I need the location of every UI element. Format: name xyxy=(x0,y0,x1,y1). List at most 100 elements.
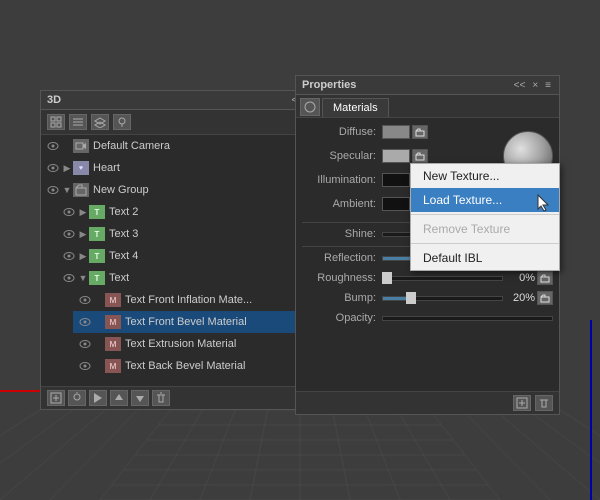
diffuse-folder-btn[interactable] xyxy=(412,125,428,139)
toolbar-list-icon[interactable] xyxy=(69,114,87,130)
panel-props-menu[interactable]: ≡ xyxy=(543,80,553,91)
illumination-swatch[interactable] xyxy=(382,173,410,187)
layer-name-new-group: New Group xyxy=(93,184,149,196)
ctx-divider xyxy=(411,214,559,215)
expand-text-extrusion xyxy=(93,338,105,350)
layer-name-text-extrusion: Text Extrusion Material xyxy=(125,338,236,350)
visibility-eye-default-camera[interactable] xyxy=(45,138,61,154)
bump-fill xyxy=(383,297,407,300)
ctx-load-texture[interactable]: Load Texture... xyxy=(411,188,559,212)
layer-item-text-extrusion[interactable]: M Text Extrusion Material xyxy=(73,333,324,355)
expand-text-front-inflation xyxy=(93,294,105,306)
panel-3d-bottom-toolbar xyxy=(41,386,324,409)
panel-props-collapse[interactable]: << xyxy=(512,80,528,91)
ctx-new-texture[interactable]: New Texture... xyxy=(411,164,559,188)
layer-item-text-back-bevel[interactable]: M Text Back Bevel Material xyxy=(73,355,324,377)
illumination-label: Illumination: xyxy=(302,174,382,186)
expand-text[interactable]: ▼ xyxy=(77,272,89,284)
panel-3d-title: 3D xyxy=(47,94,61,106)
props-add-icon[interactable] xyxy=(513,395,531,411)
layer-item-text[interactable]: ▼ T Text xyxy=(57,267,324,289)
visibility-eye-text3[interactable] xyxy=(61,226,77,242)
layer-name-text4: Text 4 xyxy=(109,250,138,262)
type-icon-default-camera xyxy=(73,139,89,153)
bump-thumb[interactable] xyxy=(406,292,416,304)
visibility-eye-new-group[interactable] xyxy=(45,182,61,198)
delete-icon[interactable] xyxy=(152,390,170,406)
opacity-slider-container[interactable] xyxy=(382,311,553,325)
bump-track xyxy=(382,296,503,301)
props-delete-icon[interactable] xyxy=(535,395,553,411)
reflection-label: Reflection: xyxy=(302,252,382,264)
visibility-eye-heart[interactable] xyxy=(45,160,61,176)
roughness-thumb[interactable] xyxy=(382,272,392,284)
expand-text3[interactable]: ▶ xyxy=(77,228,89,240)
specular-label: Specular: xyxy=(302,150,382,162)
tab-materials[interactable]: Materials xyxy=(322,98,389,117)
expand-default-camera[interactable] xyxy=(61,140,73,152)
visibility-eye-text-extrusion[interactable] xyxy=(77,336,93,352)
layer-item-text-front-inflation[interactable]: M Text Front Inflation Mate... xyxy=(73,289,324,311)
panel-props-header: Properties << × ≡ xyxy=(296,76,559,95)
layer-name-text-back-bevel: Text Back Bevel Material xyxy=(125,360,245,372)
visibility-eye-text2[interactable] xyxy=(61,204,77,220)
bump-value: 20% xyxy=(503,292,535,304)
roughness-slider-container[interactable] xyxy=(382,271,503,285)
type-icon-text-front-inflation: M xyxy=(105,293,121,307)
bump-label: Bump: xyxy=(302,292,382,304)
toolbar-layers-icon[interactable] xyxy=(91,114,109,130)
bump-slider-container[interactable] xyxy=(382,291,503,305)
panel-3d-toolbar: ≡ xyxy=(41,110,324,135)
layer-item-text-front-bevel[interactable]: M Text Front Bevel Material xyxy=(73,311,324,333)
prop-row-opacity: Opacity: xyxy=(302,310,553,326)
expand-text2[interactable]: ▶ xyxy=(77,206,89,218)
move-down-icon[interactable] xyxy=(131,390,149,406)
visibility-eye-text[interactable] xyxy=(61,270,77,286)
render-icon[interactable] xyxy=(89,390,107,406)
layer-item-text4[interactable]: ▶ T Text 4 xyxy=(57,245,324,267)
diffuse-swatch[interactable] xyxy=(382,125,410,139)
roughness-label: Roughness: xyxy=(302,272,382,284)
specular-swatch[interactable] xyxy=(382,149,410,163)
expand-text-back-bevel xyxy=(93,360,105,372)
props-tabs: Materials xyxy=(296,95,559,118)
type-icon-text-extrusion: M xyxy=(105,337,121,351)
visibility-eye-text-front-bevel[interactable] xyxy=(77,314,93,330)
ctx-remove-texture: Remove Texture xyxy=(411,217,559,241)
layer-item-default-camera[interactable]: Default Camera xyxy=(41,135,324,157)
layer-name-heart: Heart xyxy=(93,162,120,174)
move-up-icon[interactable] xyxy=(110,390,128,406)
materials-tab-icon[interactable] xyxy=(300,98,320,116)
z-axis-line xyxy=(590,320,592,500)
opacity-track xyxy=(382,316,553,321)
toolbar-light-icon[interactable] xyxy=(113,114,131,130)
expand-heart[interactable]: ▶ xyxy=(61,162,73,174)
roughness-value: 0% xyxy=(503,272,535,284)
roughness-folder-btn[interactable] xyxy=(537,271,553,285)
toolbar-grid-icon[interactable] xyxy=(47,114,65,130)
layer-item-heart[interactable]: ▶ ♥ Heart xyxy=(41,157,324,179)
layer-list: Default Camera ▶ ♥ Heart ▼ New Group xyxy=(41,135,324,383)
type-icon-text2: T xyxy=(89,205,105,219)
add-scene-icon[interactable] xyxy=(47,390,65,406)
type-icon-text-back-bevel: M xyxy=(105,359,121,373)
visibility-eye-text-front-inflation[interactable] xyxy=(77,292,93,308)
bump-folder-btn[interactable] xyxy=(537,291,553,305)
specular-folder-btn[interactable] xyxy=(412,149,428,163)
light-add-icon[interactable] xyxy=(68,390,86,406)
layer-item-new-group[interactable]: ▼ New Group xyxy=(41,179,324,201)
visibility-eye-text4[interactable] xyxy=(61,248,77,264)
layer-name-default-camera: Default Camera xyxy=(93,140,170,152)
expand-new-group[interactable]: ▼ xyxy=(61,184,73,196)
panel-props-title: Properties xyxy=(302,79,356,91)
prop-row-diffuse: Diffuse: xyxy=(302,124,497,140)
ambient-swatch[interactable] xyxy=(382,197,410,211)
expand-text4[interactable]: ▶ xyxy=(77,250,89,262)
panel-props-controls: << × ≡ xyxy=(512,80,553,91)
shine-label: Shine: xyxy=(302,228,382,240)
ctx-default-ibl[interactable]: Default IBL xyxy=(411,246,559,270)
panel-props-close[interactable]: × xyxy=(530,80,540,91)
layer-item-text3[interactable]: ▶ T Text 3 xyxy=(57,223,324,245)
visibility-eye-text-back-bevel[interactable] xyxy=(77,358,93,374)
layer-item-text2[interactable]: ▶ T Text 2 xyxy=(57,201,324,223)
